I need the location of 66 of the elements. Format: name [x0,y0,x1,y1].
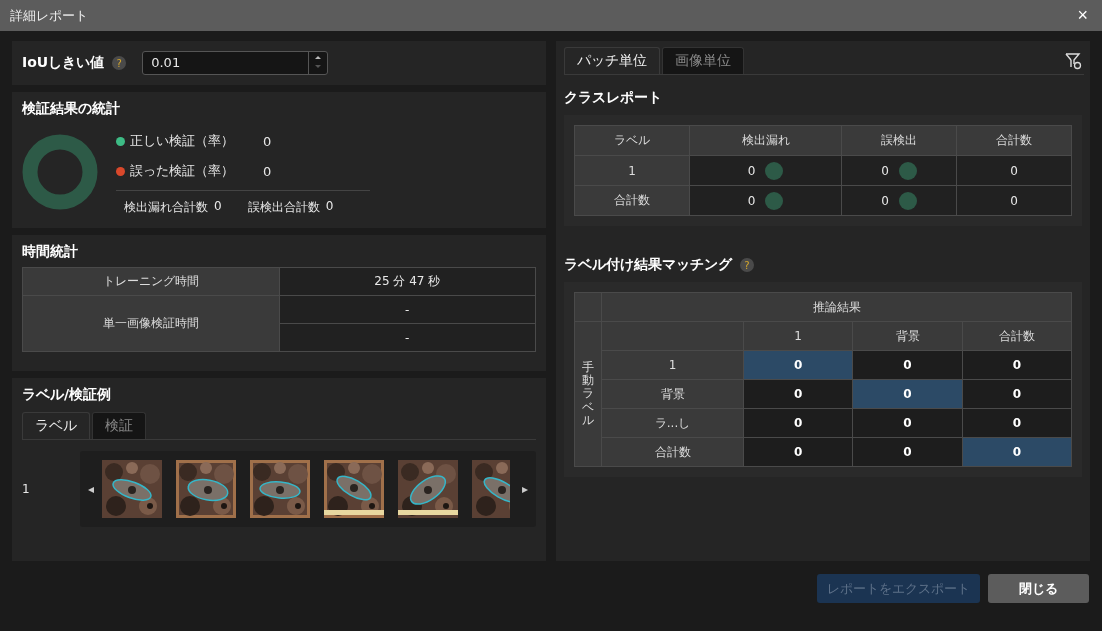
next-button[interactable]: ▸ [514,482,536,496]
table-cell: - [279,295,536,324]
section-title: ラベル/検証例 [22,386,113,404]
table-cell: 0 [881,193,889,208]
column-header: 合計数 [956,125,1072,156]
table-cell: 0 [1010,193,1018,208]
tab[interactable]: パッチ単位 [564,47,660,74]
total-value: 0 [325,199,334,215]
matrix-cell: 0 [962,350,1072,380]
row-group-header: 手動ラベル [582,361,594,427]
column-header: 検出漏れ [689,125,842,156]
close-button[interactable]: × [1073,5,1092,26]
total-value: 0 [214,199,222,215]
table-cell: - [279,323,536,352]
section-title: ラベル付け結果マッチング [564,256,732,274]
previous-button[interactable]: ◂ [80,482,102,496]
threshold-field[interactable]: 0.01 [142,51,329,75]
table-cell: 0 [1010,163,1018,178]
matrix-cell: 0 [852,408,963,438]
tab[interactable]: 検証 [92,412,146,439]
row-header: 合計数 [613,193,650,207]
table-cell: 0 [747,163,756,178]
section-title: クラスレポート [564,89,663,107]
tab[interactable]: ラベル [22,412,90,439]
row-header: 合計数 [601,437,744,467]
section-title: 時間統計 [22,243,79,261]
table-cell: 0 [747,193,756,208]
total-label: 誤検出合計数 [247,199,320,216]
row-header: ラ...し [601,408,744,438]
table-cell: 0 [881,163,889,178]
legend-value: 0 [263,163,272,179]
column-header: 1 [743,321,853,351]
column-group-header: 推論結果 [601,292,1072,322]
matrix-cell: 0 [852,350,963,380]
table-header-cell: トレーニング時間 [22,267,279,296]
footer-button[interactable]: 閉じる [988,574,1089,603]
column-header: 背景 [852,321,963,351]
column-header: 誤検出 [841,125,957,156]
help-icon[interactable]: ? [740,258,754,272]
column-header: 合計数 [962,321,1072,351]
legend-label: 正しい検証（率） [130,132,235,150]
tab[interactable]: 画像単位 [662,47,744,74]
filter-icon[interactable] [1064,52,1082,70]
table-cell: 25 分 47 秒 [279,267,536,296]
matrix-cell: 0 [852,437,963,467]
row-header: 1 [601,350,744,380]
legend-value: 0 [263,133,272,149]
matrix-cell: 0 [962,408,1072,438]
matrix-cell: 0 [962,379,1072,409]
threshold-label: IoUしきい値 [22,54,105,72]
matrix-cell: 0 [743,350,853,380]
row-header: 1 [628,163,636,178]
column-header: ラベル [574,125,690,156]
row-header: 背景 [601,379,744,409]
help-icon[interactable]: ? [112,56,127,70]
table-header-cell: 単一画像検証時間 [22,295,279,352]
matrix-cell: 0 [743,437,853,467]
window-title: 詳細レポート [10,6,88,25]
total-label: 検出漏れ合計数 [124,199,208,216]
section-title: 検証結果の統計 [22,100,121,118]
matrix-cell: 0 [962,437,1072,467]
row-label: 1 [22,482,31,496]
matrix-cell: 0 [743,408,853,438]
legend-label: 誤った検証（率） [130,162,235,180]
matrix-cell: 0 [852,379,963,409]
matrix-cell: 0 [743,379,853,409]
